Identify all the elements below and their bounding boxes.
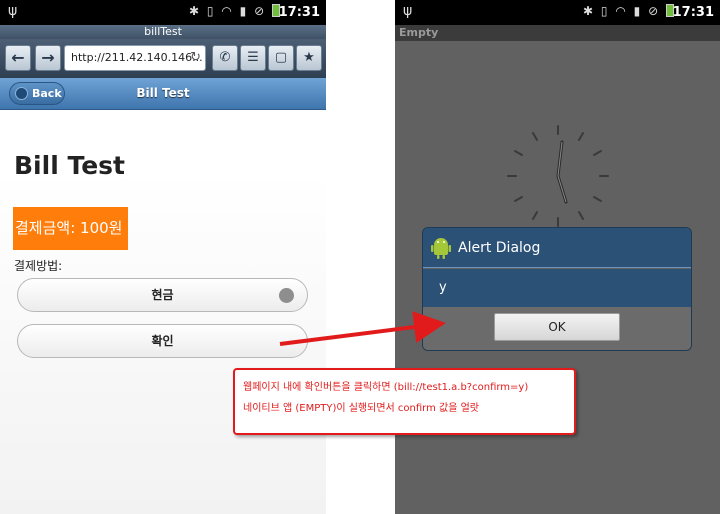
page-header: Bill Test Back bbox=[0, 78, 326, 110]
back-arrow-button[interactable]: ← bbox=[5, 45, 31, 71]
app-title: Empty bbox=[395, 25, 720, 41]
signal-icon: ▮ bbox=[633, 4, 643, 18]
dialog-header: Alert Dialog bbox=[423, 228, 691, 268]
callout-line-2: 네이티브 앱 (EMPTY)이 실행되면서 confirm 값을 얼랏 bbox=[243, 403, 479, 414]
usb-icon: ψ bbox=[8, 3, 18, 19]
cash-option-label: 현금 bbox=[151, 288, 174, 302]
android-icon bbox=[431, 238, 451, 259]
callout-line-1: 웹페이지 내에 확인버튼을 클릭하면 (bill://test1.a.b?con… bbox=[243, 382, 529, 393]
page-content: Bill Test 결제금액: 100원 결제방법: 현금 확인 bbox=[0, 111, 326, 514]
bookmark-star-icon: ★ bbox=[303, 50, 315, 65]
ok-button[interactable]: OK bbox=[494, 313, 620, 341]
back-button-label: Back bbox=[32, 87, 62, 100]
bookmark-button[interactable]: ★ bbox=[296, 45, 322, 71]
url-text: http://211.42.140.146... bbox=[71, 51, 203, 64]
wifi-icon: ◠ bbox=[221, 4, 234, 18]
list-icon: ☰ bbox=[247, 50, 259, 65]
menu-button[interactable]: ☰ bbox=[240, 45, 266, 71]
status-time: 17:31 bbox=[672, 5, 714, 20]
radio-indicator-icon bbox=[279, 288, 294, 303]
dialog-footer: OK bbox=[423, 307, 691, 350]
alert-dialog: Alert Dialog y OK bbox=[423, 228, 691, 350]
status-icons: ✱ ▯ ◠ ▮ ⊘ bbox=[583, 4, 674, 18]
usb-icon: ψ bbox=[403, 3, 413, 19]
status-bar: ψ ✱ ▯ ◠ ▮ ⊘ 17:31 bbox=[395, 0, 720, 25]
url-field[interactable]: http://211.42.140.146... ↻ bbox=[64, 45, 206, 71]
confirm-button[interactable]: 확인 bbox=[17, 324, 308, 358]
blocked-icon: ⊘ bbox=[254, 4, 267, 18]
back-circle-icon bbox=[15, 87, 28, 100]
dialog-message: y bbox=[423, 269, 691, 307]
vibrate-icon: ▯ bbox=[600, 4, 610, 18]
confirm-button-label: 확인 bbox=[151, 334, 174, 348]
left-phone-screen: ψ ✱ ▯ ◠ ▮ ⊘ 17:31 billTest ← → http://21… bbox=[0, 0, 326, 514]
status-icons: ✱ ▯ ◠ ▮ ⊘ bbox=[189, 4, 280, 18]
vibrate-icon: ▯ bbox=[206, 4, 216, 18]
bluetooth-icon: ✱ bbox=[189, 4, 202, 18]
status-time: 17:31 bbox=[278, 5, 320, 20]
browser-toolbar: ← → http://211.42.140.146... ↻ ✆ ☰ ▢ ★ bbox=[0, 39, 326, 78]
payment-method-label: 결제방법: bbox=[14, 259, 63, 273]
tabs-icon: ▢ bbox=[274, 50, 288, 65]
right-phone-screen: ψ ✱ ▯ ◠ ▮ ⊘ 17:31 Empty Alert Dialog y O… bbox=[395, 0, 720, 514]
page-title: Bill Test bbox=[14, 151, 125, 180]
back-button[interactable]: Back bbox=[9, 82, 65, 105]
amount-label: 결제금액: 100원 bbox=[13, 207, 128, 250]
dialog-title: Alert Dialog bbox=[458, 240, 541, 256]
forward-arrow-button[interactable]: → bbox=[35, 45, 61, 71]
ok-button-label: OK bbox=[548, 320, 566, 334]
window-title: billTest bbox=[0, 25, 326, 39]
blocked-icon: ⊘ bbox=[648, 4, 661, 18]
phone-button[interactable]: ✆ bbox=[212, 45, 238, 71]
cash-radio-option[interactable]: 현금 bbox=[17, 278, 308, 312]
status-bar: ψ ✱ ▯ ◠ ▮ ⊘ 17:31 bbox=[0, 0, 326, 25]
wifi-icon: ◠ bbox=[615, 4, 628, 18]
arrow-left-icon: ← bbox=[11, 48, 25, 67]
signal-icon: ▮ bbox=[239, 4, 249, 18]
tabs-button[interactable]: ▢ bbox=[268, 45, 294, 71]
screenshot-stage: ψ ✱ ▯ ◠ ▮ ⊘ 17:31 billTest ← → http://21… bbox=[0, 0, 720, 514]
analog-clock-icon bbox=[507, 125, 609, 227]
annotation-callout: 웹페이지 내에 확인버튼을 클릭하면 (bill://test1.a.b?con… bbox=[233, 368, 576, 435]
phone-icon: ✆ bbox=[219, 50, 231, 65]
refresh-icon[interactable]: ↻ bbox=[190, 46, 201, 70]
bluetooth-icon: ✱ bbox=[583, 4, 596, 18]
arrow-right-icon: → bbox=[41, 48, 55, 67]
